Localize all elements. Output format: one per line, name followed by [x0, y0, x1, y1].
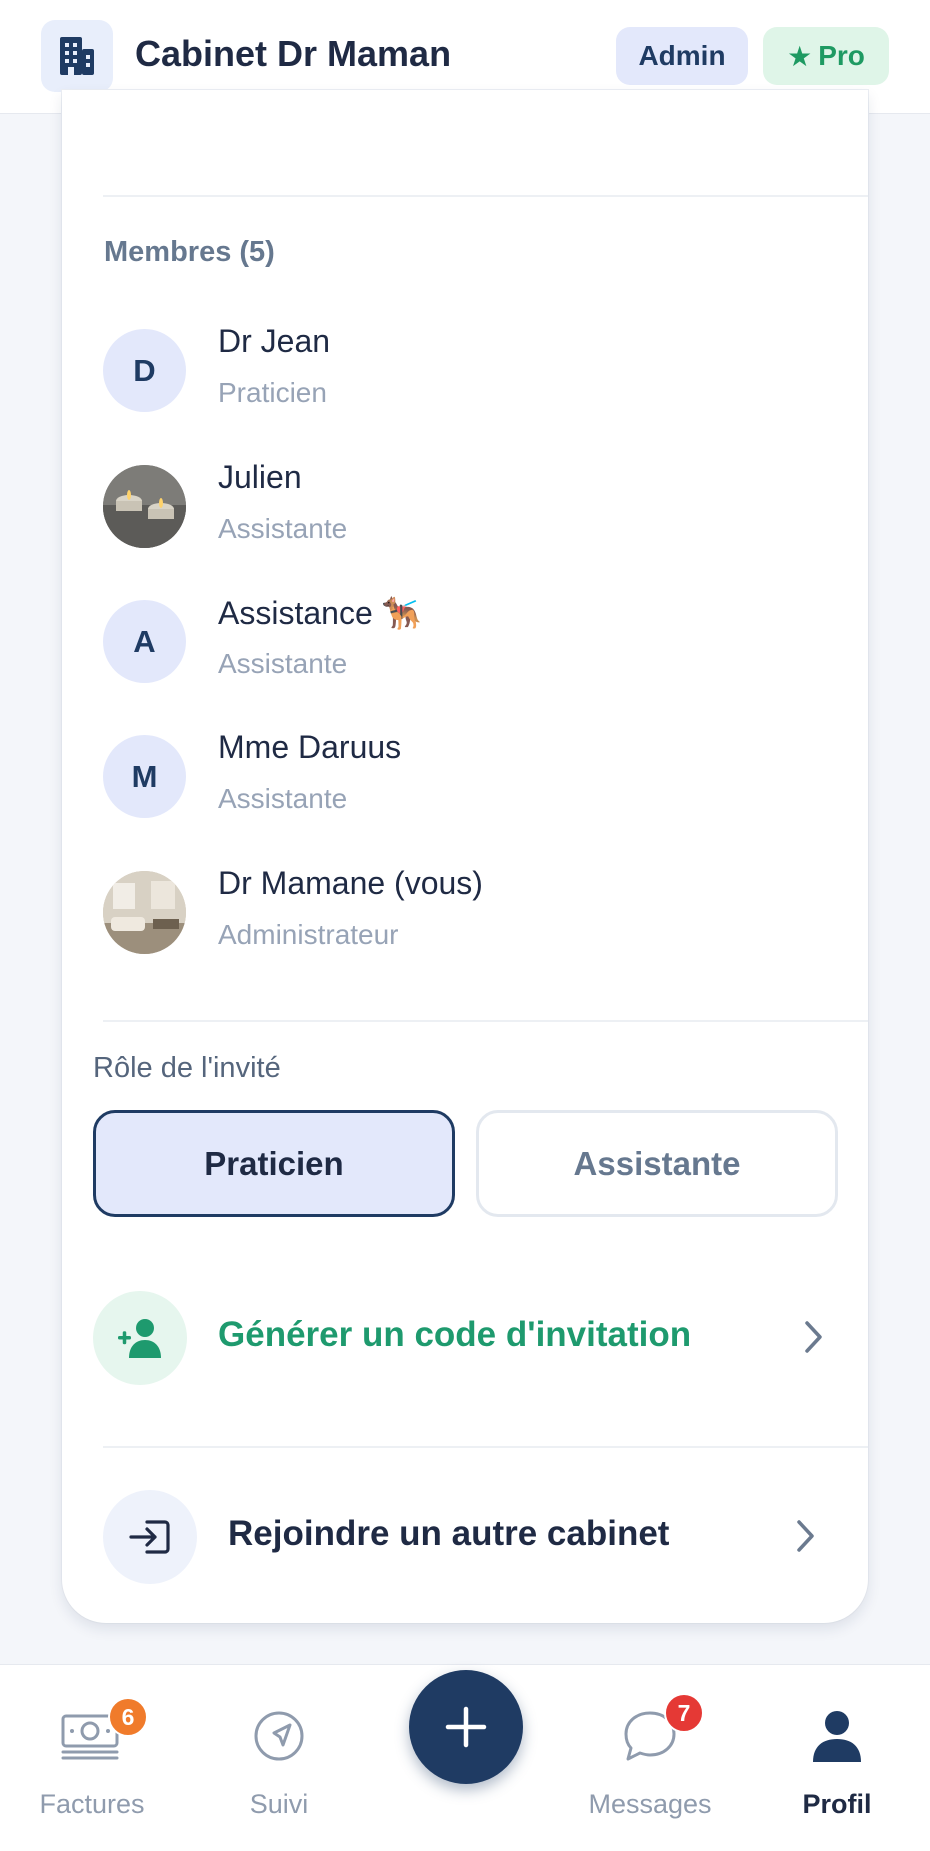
cabinet-card — [62, 90, 868, 1623]
role-option-praticien[interactable]: Praticien — [93, 1110, 455, 1217]
nav-tab-label: Factures — [39, 1789, 145, 1819]
member-name: Mme Daruus — [218, 729, 402, 765]
avatar-photo — [103, 465, 186, 548]
notification-badge: 6 — [108, 1697, 148, 1737]
join-cabinet-button[interactable]: Rejoindre un autre cabinet — [103, 1490, 823, 1584]
page-title: Cabinet Dr Maman — [135, 33, 452, 74]
member-name: Dr Mamane (vous) — [218, 865, 483, 901]
members-section-title: Membres (5) — [104, 236, 275, 268]
nav-tab-label: Suivi — [249, 1789, 309, 1819]
plus-icon — [445, 1706, 487, 1748]
nav-tab-factures[interactable]: 6 Factures — [12, 1697, 172, 1835]
nav-tab-profil[interactable]: Profil — [757, 1705, 917, 1835]
member-name: Julien — [218, 459, 302, 495]
avatar: D — [103, 329, 186, 412]
login-icon — [103, 1490, 197, 1584]
role-option-assistante[interactable]: Assistante — [476, 1110, 838, 1217]
avatar — [103, 871, 186, 954]
person-icon — [806, 1705, 868, 1767]
member-role: Assistante — [218, 783, 348, 814]
nav-tab-messages[interactable]: 7 Messages — [570, 1693, 730, 1835]
member-name: Dr Jean — [218, 323, 331, 359]
navigation-icon — [248, 1705, 310, 1767]
generate-invitation-label: Générer un code d'invitation — [218, 1315, 692, 1354]
member-item[interactable]: Dr Mamane (vous) Administrateur — [103, 865, 803, 971]
pro-badge: ★ Pro — [763, 27, 889, 85]
nav-tab-label: Messages — [588, 1789, 712, 1819]
member-role: Praticien — [218, 377, 327, 408]
nav-tab-suivi[interactable]: Suivi — [199, 1705, 359, 1835]
nav-tab-label: Profil — [802, 1789, 872, 1819]
admin-badge: Admin — [616, 27, 748, 85]
member-item[interactable]: M Mme Daruus Assistante — [103, 729, 803, 835]
member-role: Administrateur — [218, 919, 399, 950]
chevron-right-icon — [795, 1518, 817, 1559]
member-role: Assistante — [218, 648, 348, 679]
join-cabinet-label: Rejoindre un autre cabinet — [228, 1514, 670, 1553]
avatar: M — [103, 735, 186, 818]
avatar: A — [103, 600, 186, 683]
avatar — [103, 465, 186, 548]
add-button[interactable] — [409, 1670, 523, 1784]
add-user-icon — [93, 1291, 187, 1385]
generate-invitation-code-button[interactable]: Générer un code d'invitation — [93, 1291, 833, 1385]
member-item[interactable]: A Assistance 🐕‍🦺 Assistante — [103, 595, 803, 700]
building-icon — [41, 20, 113, 92]
member-name: Assistance 🐕‍🦺 — [218, 595, 422, 631]
invite-role-label: Rôle de l'invité — [93, 1052, 281, 1084]
member-item[interactable]: Julien Assistante — [103, 459, 803, 565]
member-role: Assistante — [218, 513, 348, 544]
divider — [103, 1446, 868, 1448]
pro-badge-label: Pro — [818, 40, 865, 71]
star-icon: ★ — [787, 40, 813, 72]
divider — [103, 1020, 868, 1022]
member-item[interactable]: D Dr Jean Praticien — [103, 323, 803, 429]
notification-badge: 7 — [664, 1693, 704, 1733]
chevron-right-icon — [803, 1319, 825, 1360]
divider — [103, 195, 868, 197]
avatar-photo — [103, 871, 186, 954]
